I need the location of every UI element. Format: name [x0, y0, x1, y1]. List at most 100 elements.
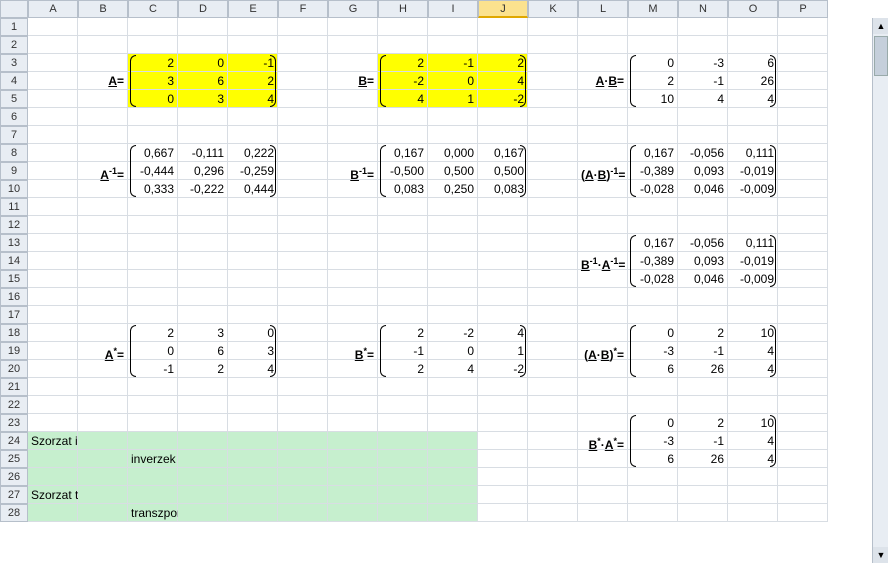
cell-18-1[interactable] — [28, 324, 78, 342]
cell-10-16[interactable] — [778, 180, 828, 198]
cell-7-4[interactable] — [178, 126, 228, 144]
mat-B-r2-c2[interactable]: -2 — [478, 90, 528, 108]
cell-16-12[interactable] — [578, 288, 628, 306]
cell-10-2[interactable] — [78, 180, 128, 198]
mat-Binv-r0-c1[interactable]: 0,000 — [428, 144, 478, 162]
cell-28-12[interactable] — [578, 504, 628, 522]
mat-A-r1-c2[interactable]: 2 — [228, 72, 278, 90]
cell-25-10[interactable] — [478, 450, 528, 468]
cell-12-14[interactable] — [678, 216, 728, 234]
row-header-3[interactable]: 3 — [0, 54, 28, 72]
cell-2-2[interactable] — [78, 36, 128, 54]
mat-Bt-r2-c0[interactable]: 2 — [378, 360, 428, 378]
cell-12-1[interactable] — [28, 216, 78, 234]
cell-16-7[interactable] — [328, 288, 378, 306]
mat-ABt-r2-c2[interactable]: 4 — [728, 360, 778, 378]
column-header-F[interactable]: F — [278, 0, 328, 18]
mat-ABinv-r2-c0[interactable]: -0,028 — [628, 180, 678, 198]
mat-ABinv-r0-c0[interactable]: 0,167 — [628, 144, 678, 162]
cell-16-13[interactable] — [628, 288, 678, 306]
cell-19-1[interactable] — [28, 342, 78, 360]
cell-23-1[interactable] — [28, 414, 78, 432]
cell-21-11[interactable] — [528, 378, 578, 396]
mat-Ainv-r0-c1[interactable]: -0,111 — [178, 144, 228, 162]
cell-7-5[interactable] — [228, 126, 278, 144]
cell-14-5[interactable] — [228, 252, 278, 270]
scroll-thumb[interactable] — [874, 36, 888, 76]
cell-21-3[interactable] — [128, 378, 178, 396]
cell-20-11[interactable] — [528, 360, 578, 378]
cell-5-6[interactable] — [278, 90, 328, 108]
cell-16-1[interactable] — [28, 288, 78, 306]
cell-28-13[interactable] — [628, 504, 678, 522]
cell-22-13[interactable] — [628, 396, 678, 414]
cell-25-16[interactable] — [778, 450, 828, 468]
cell-24-10[interactable] — [478, 432, 528, 450]
cell-17-13[interactable] — [628, 306, 678, 324]
row-header-13[interactable]: 13 — [0, 234, 28, 252]
cell-17-6[interactable] — [278, 306, 328, 324]
cell-14-4[interactable] — [178, 252, 228, 270]
cell-10-6[interactable] — [278, 180, 328, 198]
cell-17-3[interactable] — [128, 306, 178, 324]
cell-15-12[interactable] — [578, 270, 628, 288]
cell-12-2[interactable] — [78, 216, 128, 234]
mat-ABinv-r1-c0[interactable]: -0,389 — [628, 162, 678, 180]
cell-23-3[interactable] — [128, 414, 178, 432]
mat-Binv-r0-c0[interactable]: 0,167 — [378, 144, 428, 162]
cell-14-8[interactable] — [378, 252, 428, 270]
column-header-K[interactable]: K — [528, 0, 578, 18]
mat-At-r1-c1[interactable]: 6 — [178, 342, 228, 360]
mat-Bt-r2-c1[interactable]: 4 — [428, 360, 478, 378]
mat-Bt-r1-c2[interactable]: 1 — [478, 342, 528, 360]
row-header-15[interactable]: 15 — [0, 270, 28, 288]
row-header-6[interactable]: 6 — [0, 108, 28, 126]
cell-15-16[interactable] — [778, 270, 828, 288]
cell-7-1[interactable] — [28, 126, 78, 144]
cell-9-6[interactable] — [278, 162, 328, 180]
cell-11-12[interactable] — [578, 198, 628, 216]
cell-6-12[interactable] — [578, 108, 628, 126]
mat-Bt-r2-c2[interactable]: -2 — [478, 360, 528, 378]
cell-17-4[interactable] — [178, 306, 228, 324]
mat-BtAt-r0-c1[interactable]: 2 — [678, 414, 728, 432]
mat-A-r0-c2[interactable]: -1 — [228, 54, 278, 72]
cell-16-14[interactable] — [678, 288, 728, 306]
cell-11-3[interactable] — [128, 198, 178, 216]
column-header-E[interactable]: E — [228, 0, 278, 18]
cell-13-1[interactable] — [28, 234, 78, 252]
cell-17-15[interactable] — [728, 306, 778, 324]
mat-B-r0-c2[interactable]: 2 — [478, 54, 528, 72]
row-header-8[interactable]: 8 — [0, 144, 28, 162]
cell-7-15[interactable] — [728, 126, 778, 144]
cell-4-16[interactable] — [778, 72, 828, 90]
cell-19-6[interactable] — [278, 342, 328, 360]
cell-2-6[interactable] — [278, 36, 328, 54]
cell-15-3[interactable] — [128, 270, 178, 288]
cell-23-5[interactable] — [228, 414, 278, 432]
mat-A-r1-c0[interactable]: 3 — [128, 72, 178, 90]
cell-16-16[interactable] — [778, 288, 828, 306]
mat-A-r2-c1[interactable]: 3 — [178, 90, 228, 108]
row-header-5[interactable]: 5 — [0, 90, 28, 108]
cell-21-9[interactable] — [428, 378, 478, 396]
cell-6-9[interactable] — [428, 108, 478, 126]
cell-12-5[interactable] — [228, 216, 278, 234]
cell-27-11[interactable] — [528, 486, 578, 504]
cell-2-13[interactable] — [628, 36, 678, 54]
mat-Binv-r1-c2[interactable]: 0,500 — [478, 162, 528, 180]
mat-Binv-r1-c1[interactable]: 0,500 — [428, 162, 478, 180]
cell-13-7[interactable] — [328, 234, 378, 252]
mat-B-r1-c2[interactable]: 4 — [478, 72, 528, 90]
cell-23-8[interactable] — [378, 414, 428, 432]
cell-27-10[interactable] — [478, 486, 528, 504]
mat-ABt-r1-c0[interactable]: -3 — [628, 342, 678, 360]
cell-1-6[interactable] — [278, 18, 328, 36]
mat-BinvAinv-r1-c1[interactable]: 0,093 — [678, 252, 728, 270]
cell-21-12[interactable] — [578, 378, 628, 396]
cell-13-9[interactable] — [428, 234, 478, 252]
cell-16-2[interactable] — [78, 288, 128, 306]
cell-17-10[interactable] — [478, 306, 528, 324]
mat-A-r0-c0[interactable]: 2 — [128, 54, 178, 72]
cell-13-2[interactable] — [78, 234, 128, 252]
